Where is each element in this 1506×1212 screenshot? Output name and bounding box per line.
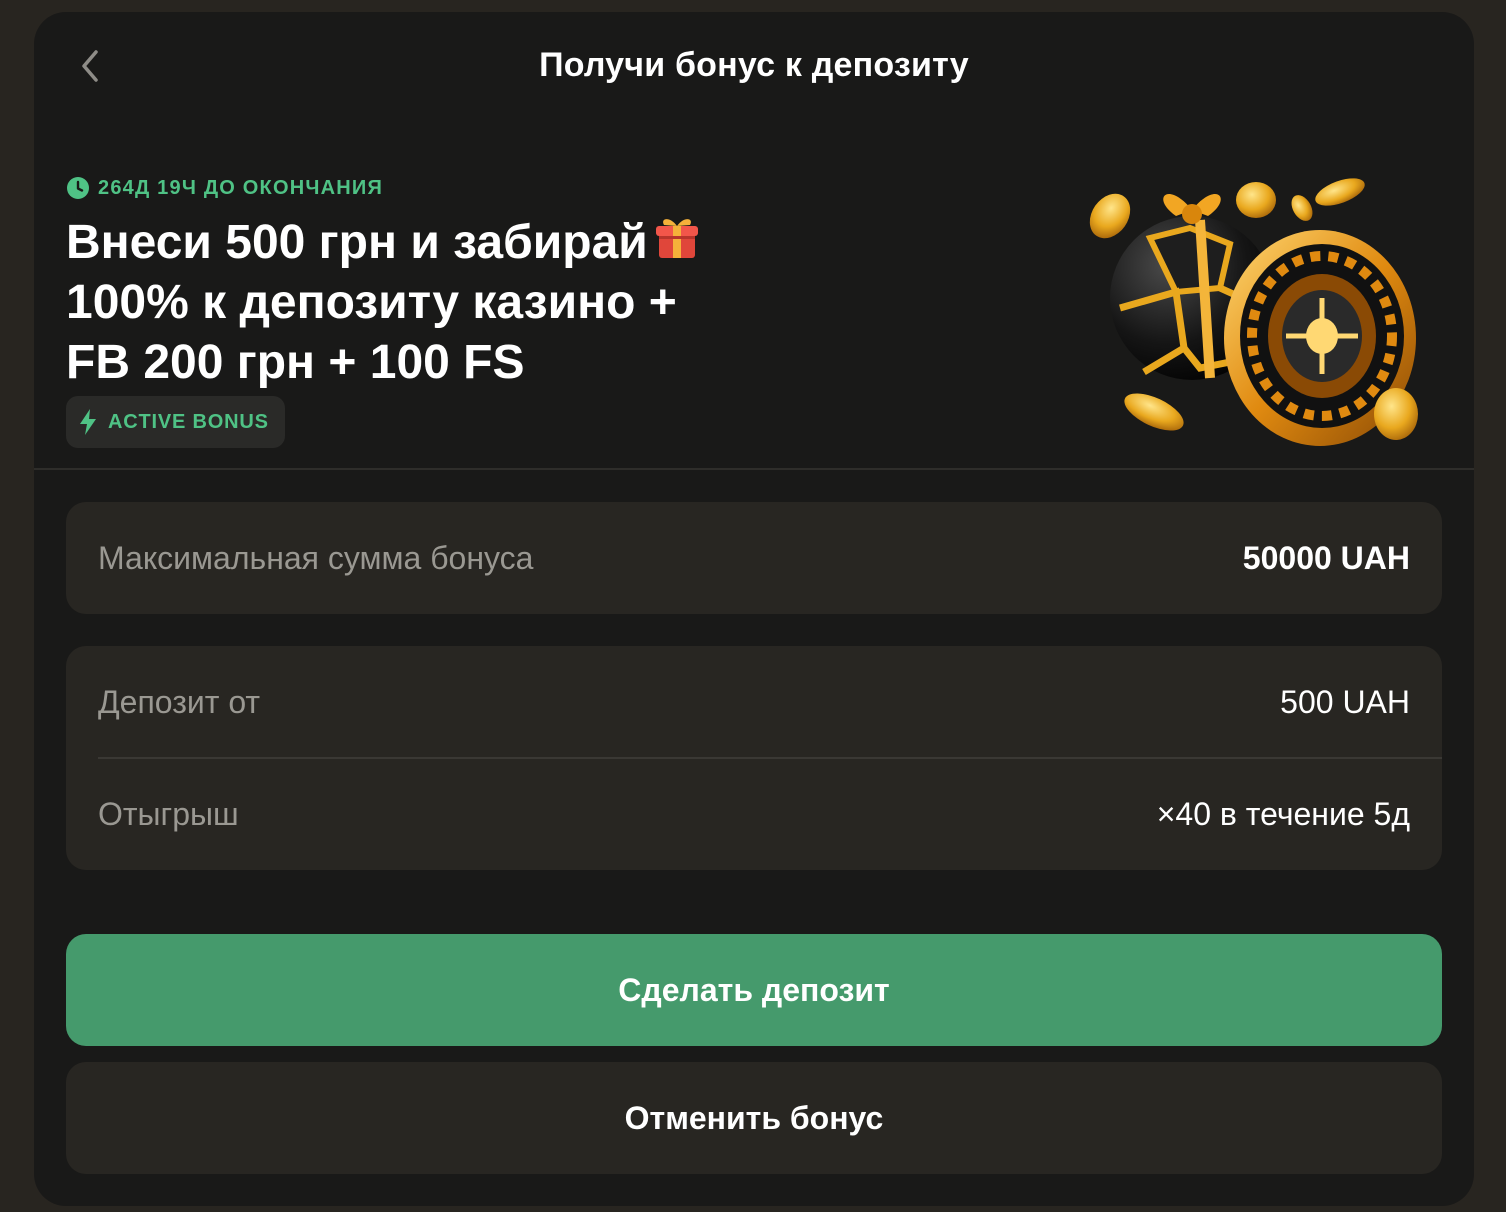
deposit-min-row: Депозит от 500 UAH xyxy=(98,646,1410,758)
terms-card: Депозит от 500 UAH Отыгрыш ×40 в течение… xyxy=(66,646,1442,870)
wager-row: Отыгрыш ×40 в течение 5д xyxy=(98,758,1410,870)
max-bonus-row: Максимальная сумма бонуса 50000 UAH xyxy=(98,502,1410,614)
promo-banner: 264Д 19Ч ДО ОКОНЧАНИЯ Внеси 500 грн и за… xyxy=(34,124,1474,468)
bonus-modal: Получи бонус к депозиту 264Д 19Ч ДО ОКОН… xyxy=(34,12,1474,1206)
max-bonus-value: 50000 UAH xyxy=(1242,539,1410,576)
gift-icon xyxy=(655,219,698,258)
deposit-min-value: 500 UAH xyxy=(1280,683,1410,720)
lightning-icon xyxy=(80,409,96,435)
wager-value: ×40 в течение 5д xyxy=(1156,795,1410,832)
modal-title: Получи бонус к депозиту xyxy=(539,46,969,84)
modal-header: Получи бонус к депозиту xyxy=(34,12,1474,124)
headline-line-3: FB 200 грн + 100 FS xyxy=(66,336,525,389)
football-roulette-illustration xyxy=(1089,178,1418,446)
wager-label: Отыгрыш xyxy=(98,795,239,832)
section-divider xyxy=(34,468,1474,470)
badge-label: ACTIVE BONUS xyxy=(108,410,269,433)
countdown-timer: 264Д 19Ч ДО ОКОНЧАНИЯ xyxy=(66,176,383,200)
timer-text: 264Д 19Ч ДО ОКОНЧАНИЯ xyxy=(98,176,384,199)
make-deposit-button[interactable]: Сделать депозит xyxy=(66,934,1442,1046)
clock-icon xyxy=(67,177,89,199)
headline-line-2: 100% к депозиту казино + xyxy=(66,276,677,329)
cancel-bonus-button[interactable]: Отменить бонус xyxy=(66,1062,1442,1174)
promo-headline: Внеси 500 грн и забирай 100% к депозиту … xyxy=(66,212,746,393)
deposit-min-label: Депозит от xyxy=(98,683,261,720)
active-bonus-badge: ACTIVE BONUS xyxy=(66,396,285,448)
max-bonus-label: Максимальная сумма бонуса xyxy=(98,539,534,576)
headline-line-1: Внеси 500 грн и забирай xyxy=(66,216,648,269)
max-bonus-card: Максимальная сумма бонуса 50000 UAH xyxy=(66,502,1442,614)
